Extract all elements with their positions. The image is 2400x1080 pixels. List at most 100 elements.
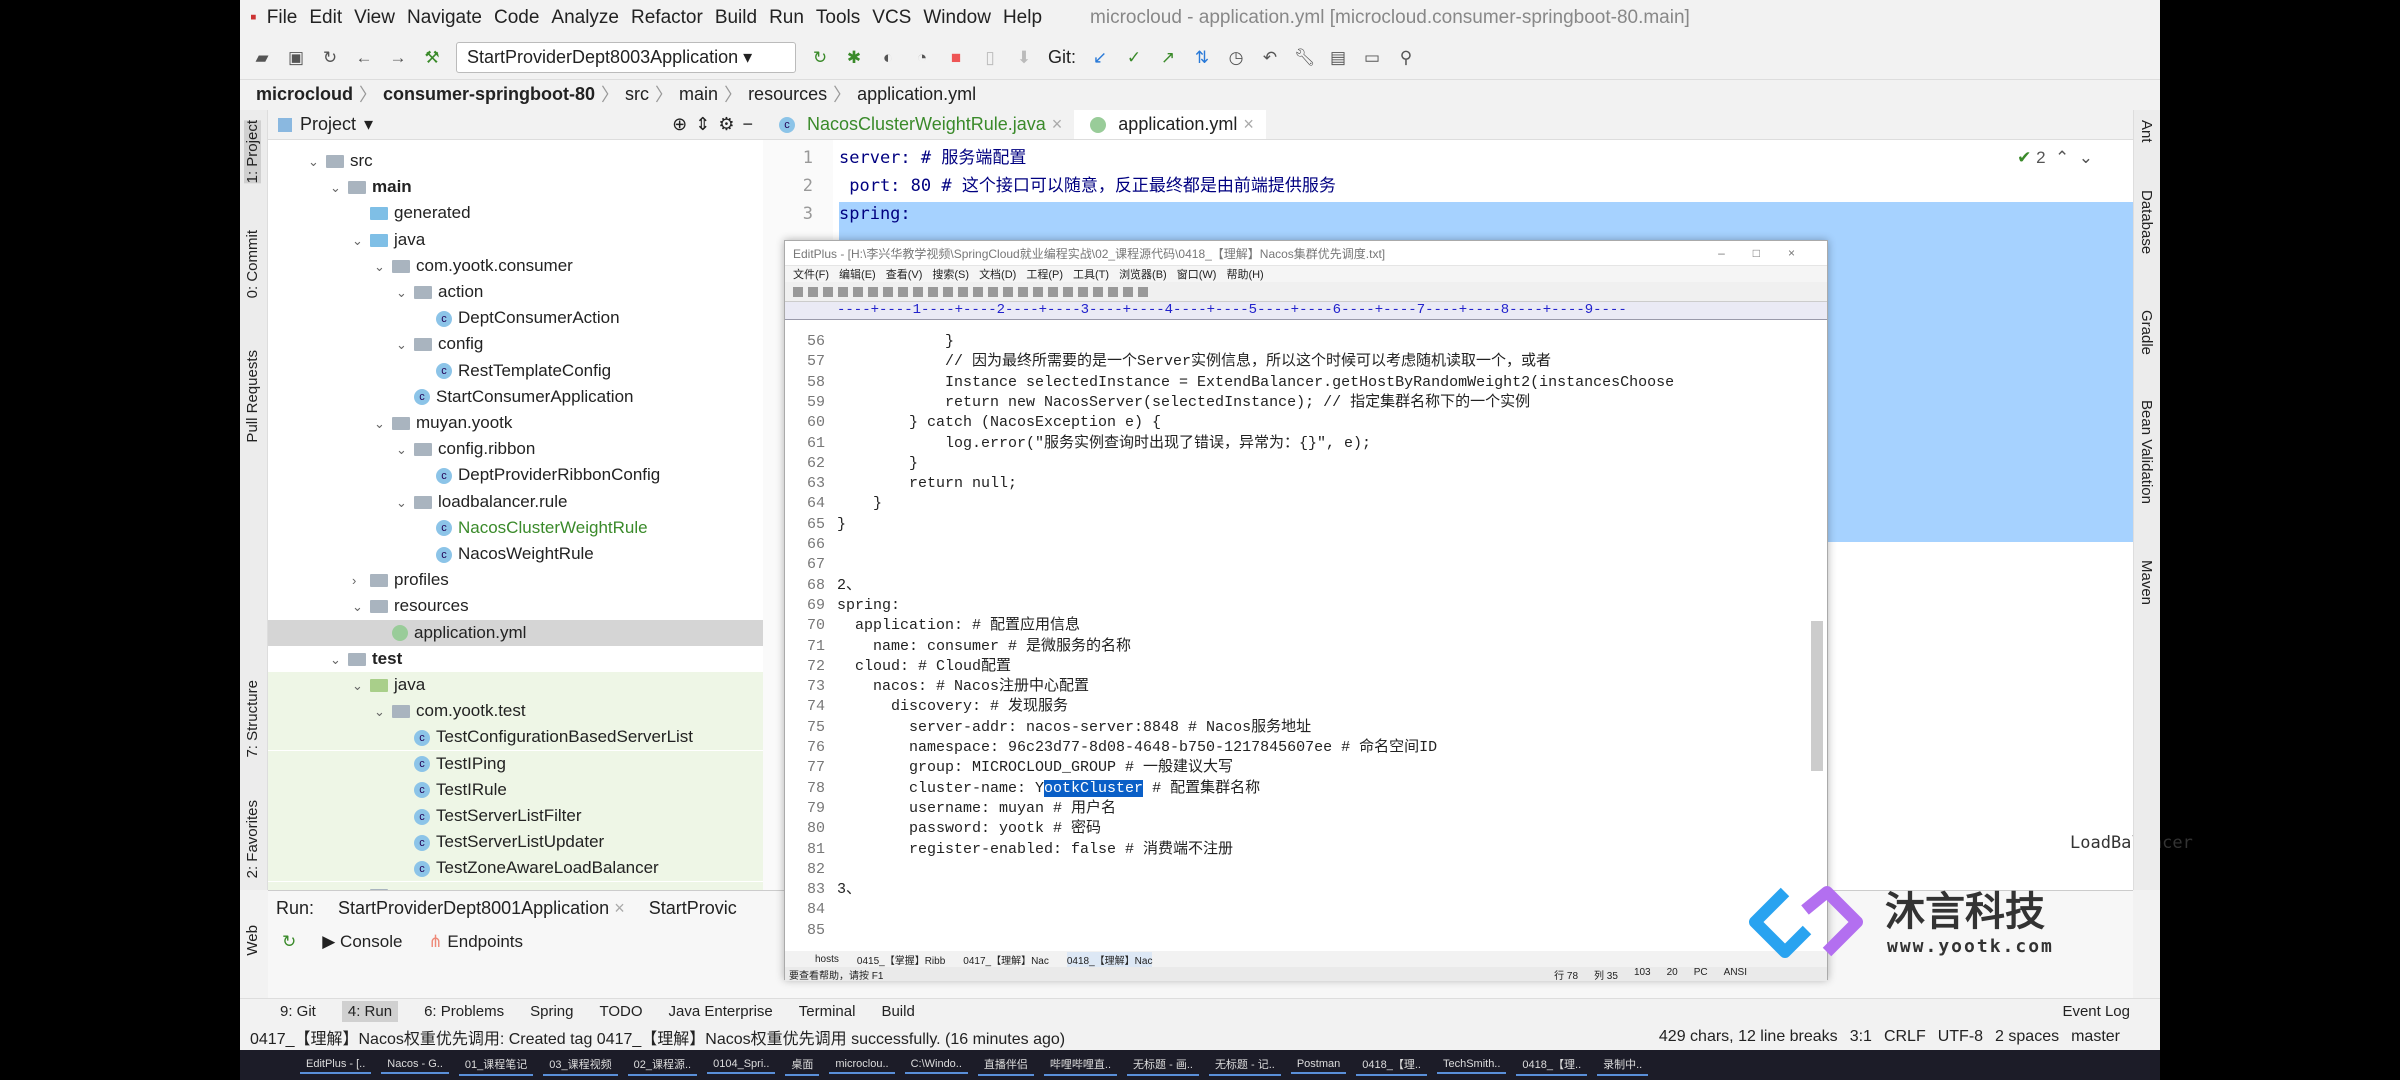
tree-item[interactable]: ⌄ loadbalancer.rule [268,489,763,515]
vertical-scrollbar[interactable] [1811,621,1823,771]
tree-arrow-icon[interactable]: ⌄ [352,673,366,699]
tree-item[interactable]: c TestServerListUpdater [268,829,763,856]
rerun-icon[interactable]: ↻ [810,48,830,68]
tree-item[interactable]: c TestServerListFilter [268,803,763,829]
tree-arrow-icon[interactable]: ⌄ [374,411,388,437]
tool-pull-requests[interactable]: Pull Requests [244,350,261,443]
profile-icon[interactable]: ◔ [912,48,932,68]
taskbar-item[interactable]: 02_课程源.. [627,1054,698,1076]
build-icon[interactable]: ⚒ [422,48,442,68]
tree-item[interactable]: application.yml [268,619,763,646]
editplus-code[interactable]: 56 } 57 // 因为最终所需要的是一个Server实例信息，所以这个时候可以… [785,332,1805,954]
breadcrumb-item[interactable]: microcloud [256,84,353,105]
breadcrumb-item[interactable]: consumer-springboot-80 [383,84,595,105]
editplus-menu-item[interactable]: 搜索(S) [932,266,969,282]
open-icon[interactable]: ▰ [252,48,272,68]
taskbar-item[interactable]: 录制中.. [1597,1054,1649,1076]
tool-window-todo[interactable]: TODO [599,1003,642,1020]
tree-arrow-icon[interactable]: ⌄ [352,228,366,254]
tool-bean-validation[interactable]: Bean Validation [2138,400,2155,504]
menu-navigate[interactable]: Navigate [407,7,482,29]
tree-item[interactable]: c TestZoneAwareLoadBalancer [268,855,763,882]
breadcrumb-item[interactable]: resources [748,84,827,105]
tree-item[interactable]: ⌄ config [268,331,763,357]
taskbar-item[interactable]: 桌面 [785,1054,820,1076]
tree-item[interactable]: c TestIRule [268,776,763,803]
editplus-file-tab[interactable]: hosts [815,954,839,965]
close-icon[interactable]: × [1052,114,1063,135]
menu-tools[interactable]: Tools [816,7,860,29]
tree-item[interactable]: › profiles [268,567,763,593]
editplus-menu-item[interactable]: 文件(F) [793,266,829,282]
hide-icon[interactable]: − [742,114,753,135]
tree-item[interactable]: generated [268,200,763,226]
tree-arrow-icon[interactable]: ⌄ [330,175,344,201]
git-commit-icon[interactable]: ✓ [1124,48,1144,68]
editor-tab[interactable]: application.yml × [1074,110,1266,139]
tool-gradle[interactable]: Gradle [2138,310,2155,355]
editplus-menu-item[interactable]: 查看(V) [886,266,923,282]
tree-arrow-icon[interactable]: ⌄ [308,149,322,175]
breadcrumb-item[interactable]: src [625,84,649,105]
locate-icon[interactable]: ⊕ [672,114,687,135]
tool-window-build[interactable]: Build [881,1003,914,1020]
tree-item[interactable]: c TestIPing [268,750,763,777]
search-icon[interactable]: ⚲ [1396,48,1416,68]
coverage-icon[interactable]: ◐ [878,48,898,68]
chevron-down-icon[interactable]: ▾ [364,114,373,135]
breadcrumb-item[interactable]: application.yml [857,84,976,105]
back-icon[interactable]: ← [354,48,374,68]
run-config-tab[interactable]: StartProviderDept8001Application × [338,898,625,919]
tree-item[interactable]: c StartConsumerApplication [268,384,763,410]
status-message[interactable]: 0417_【理解】Nacos权重优先调用: Created tag 0417_【… [250,1025,1065,1049]
tree-item[interactable]: ⌄ src [268,148,763,174]
tree-item[interactable]: c RestTemplateConfig [268,358,763,384]
tool-window-run[interactable]: 4: Run [341,1001,399,1022]
taskbar-item[interactable]: microclou.. [829,1056,895,1074]
tool-window-terminal[interactable]: Terminal [799,1003,856,1020]
device-icon[interactable]: ▯ [980,48,1000,68]
taskbar-item[interactable]: 0104_Spri.. [707,1056,776,1074]
taskbar-item[interactable]: EditPlus - [.. [300,1056,372,1074]
menu-vcs[interactable]: VCS [872,7,911,29]
taskbar-item[interactable]: 哔哩哔哩直.. [1043,1054,1118,1076]
editplus-file-tab[interactable]: 0415_【掌握】Ribb [857,952,945,967]
taskbar-item[interactable]: 01_课程笔记 [458,1054,534,1076]
menu-edit[interactable]: Edit [309,7,342,29]
debug-icon[interactable]: ✱ [844,48,864,68]
editplus-menu-item[interactable]: 文档(D) [979,266,1016,282]
editplus-menu-item[interactable]: 工具(T) [1073,266,1109,282]
tool-ant[interactable]: Ant [2138,120,2155,143]
inspection-widget[interactable]: ✔ 2 ⌃ ⌄ [2017,148,2093,168]
editplus-menu-item[interactable]: 浏览器(B) [1119,266,1167,282]
status-item[interactable]: 3:1 [1850,1028,1872,1046]
sync-icon[interactable]: ↻ [320,48,340,68]
editplus-file-tab[interactable]: 0418_【理解】Nac [1066,951,1153,967]
collapse-icon[interactable]: ⇕ [695,114,710,135]
tab-console[interactable]: ▶ Console [322,932,402,952]
window-controls[interactable]: –□× [1718,246,1827,260]
editplus-menu-item[interactable]: 工程(P) [1026,266,1063,282]
tree-item[interactable]: c DeptProviderRibbonConfig [268,462,763,488]
tree-item[interactable]: ⌄ resources [268,593,763,619]
menu-help[interactable]: Help [1003,7,1042,29]
tree-arrow-icon[interactable]: ⌄ [330,647,344,673]
tree-item[interactable]: c NacosClusterWeightRule [268,515,763,541]
tool-favorites[interactable]: 2: Favorites [244,800,261,878]
taskbar-item[interactable]: 直播伴侣 [977,1054,1034,1076]
menu-window[interactable]: Window [923,7,991,29]
taskbar-item[interactable]: Postman [1290,1056,1347,1074]
tree-arrow-icon[interactable]: ⌄ [374,254,388,280]
menu-run[interactable]: Run [769,7,804,29]
tree-arrow-icon[interactable]: ⌄ [396,437,410,463]
taskbar-item[interactable]: 03_课程视频 [543,1054,618,1076]
tool-web[interactable]: Web [244,925,261,956]
menu-build[interactable]: Build [715,7,757,29]
breadcrumb-item[interactable]: main [679,84,718,105]
tool-maven[interactable]: Maven [2138,560,2155,605]
taskbar-item[interactable]: 无标题 - 画.. [1127,1054,1199,1076]
tree-item[interactable]: ⌄ test [268,646,763,672]
tree-item[interactable]: ⌄ com.yootk.test [268,698,763,725]
git-push-icon[interactable]: ↗ [1158,48,1178,68]
tab-endpoints[interactable]: ⋔ Endpoints [428,932,523,952]
